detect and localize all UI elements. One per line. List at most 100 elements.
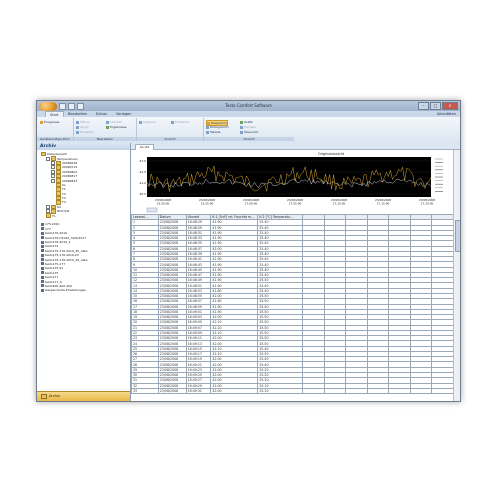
tree-item-label: testo175-176-2010-22	[45, 253, 79, 258]
table-cell[interactable]: 23/08/2008	[157, 387, 187, 395]
tree-item-label: testo175-176-2010_30_data	[45, 257, 88, 262]
device-icon	[41, 236, 44, 240]
tree-item-label: Ks	[62, 182, 66, 187]
main-area: Ks.xt2 Originalansicht 47.0 41.5 41.0 40.5 …	[131, 143, 460, 401]
device-icon	[41, 271, 44, 275]
kopieren-button[interactable]: Kopieren	[139, 120, 156, 124]
empty-cell[interactable]	[323, 387, 347, 395]
device-icon	[41, 249, 44, 253]
chart-scrollbar[interactable]	[146, 207, 158, 213]
erweitern-button[interactable]: Erweitern	[76, 130, 94, 134]
tree-item-label: 175-2010	[45, 222, 60, 227]
expand-toggle-icon[interactable]	[51, 165, 55, 170]
empty-cell[interactable]	[345, 387, 368, 395]
histogramm-button[interactable]: Histogramm	[206, 125, 229, 129]
tree-item-label: testo176-2010_2	[45, 240, 71, 244]
column-header[interactable]: K:1 [%rF] rel. Feuchte m...	[210, 214, 259, 221]
table-cell[interactable]: 42.00	[210, 387, 259, 395]
archive-folder-icon	[41, 393, 47, 399]
x-tick-label: 17:20:00	[421, 202, 434, 206]
tree-item-label: testo175-S1	[45, 266, 64, 271]
stopp-button[interactable]: Stopp	[76, 125, 89, 129]
ereignisse-button[interactable]: Ereignisse	[40, 120, 59, 124]
tree-item-label: testo175-177	[45, 261, 66, 266]
y-tick-label: 47.0	[139, 159, 146, 163]
expand-toggle-icon[interactable]	[51, 174, 55, 179]
einstellen-button[interactable]: Einstellen	[171, 120, 190, 124]
device-icon	[41, 258, 44, 262]
data-table: Lesezei... Datum Uhrzeit K:1 [%rF] rel. Feu…	[131, 214, 454, 401]
group-geraetekonfiguration: Ereignisse Gerätekonfiguration	[37, 118, 74, 141]
expand-toggle-icon[interactable]	[51, 178, 55, 183]
tabelle-button[interactable]: Tabelle	[206, 130, 220, 134]
empty-cell[interactable]	[409, 387, 433, 395]
chart-title: Originalansicht	[318, 152, 345, 156]
x-tick-label: 15:55:00	[201, 202, 214, 206]
y-tick-label: 41.5	[139, 170, 146, 174]
tree-item-label: 20080817	[62, 174, 78, 179]
file-icon	[46, 213, 51, 218]
table-icon	[206, 130, 209, 134]
device-icon	[41, 227, 44, 231]
x-tick-label: 17:05:00	[289, 202, 302, 206]
histogram-icon	[206, 125, 209, 129]
archive-sidebar: Archiv Datenbereich Temperaturen 20080618 2…	[37, 143, 131, 401]
device-icon	[41, 288, 44, 292]
copy-icon	[139, 120, 142, 124]
device-icon	[41, 275, 44, 279]
tree-item-label: T1	[62, 187, 66, 192]
tree-item-label: tst	[57, 204, 61, 209]
tree-item-label: Gespeicherte Einstellungen	[45, 288, 87, 293]
table-cell[interactable]: 33	[131, 387, 159, 395]
oeffnen-button[interactable]: Öffnen	[76, 120, 90, 124]
close-icon[interactable]: ×	[442, 102, 458, 110]
formeln-button[interactable]: Formeln	[240, 125, 256, 129]
empty-cell[interactable]	[302, 387, 325, 395]
data-grid: Lesezei... Datum Uhrzeit K:1 [%rF] rel. Feu…	[131, 214, 454, 395]
expand-toggle-icon[interactable]	[46, 204, 50, 209]
formula-icon	[240, 125, 243, 129]
tree-item-label: 20080618	[62, 160, 78, 165]
empty-cell[interactable]	[431, 387, 454, 395]
uebersicht-button[interactable]: Übersicht	[240, 130, 258, 134]
device-icon	[41, 222, 44, 226]
table-row[interactable]: 33 23/08/2008 16:49:31 42.00 25.10	[131, 387, 454, 395]
tree-item-label: T2	[62, 191, 66, 196]
tree-item[interactable]: Gespeicherte Einstellungen	[41, 288, 87, 292]
tree-item-label: T1	[52, 213, 56, 218]
ergebnisse-button[interactable]: Ergebnisse	[106, 125, 126, 129]
vertical-scrollbar[interactable]	[453, 150, 460, 401]
tree-item-label: 20080823	[62, 178, 78, 183]
table-cell[interactable]: 25.10	[257, 387, 304, 395]
archive-nav-button[interactable]: Archiv	[37, 391, 130, 401]
device-icon	[41, 244, 44, 248]
tree-item-label: T3	[62, 196, 66, 201]
results-icon	[106, 125, 109, 129]
tree-item-label: NiOrdnR	[57, 209, 70, 214]
tree-item-label: testo175	[45, 270, 59, 275]
empty-cell[interactable]	[388, 387, 411, 395]
tree-item-label: testo176-2010	[45, 231, 68, 236]
loeschen-button[interactable]: Löschen	[106, 120, 122, 124]
y-tick-label: 41.0	[139, 181, 146, 185]
device-icon	[41, 253, 44, 257]
tree-item-label: testo177	[45, 275, 59, 280]
ribbon: Ereignisse Gerätekonfiguration Öffnen Lö…	[37, 117, 460, 144]
grafik-button[interactable]: Grafik	[240, 120, 253, 124]
empty-cell[interactable]	[366, 387, 390, 395]
document-tabs: Ks.xt2	[131, 143, 460, 150]
line-chart[interactable]: Originalansicht 47.041.541.040.5 23/08/2…	[131, 150, 454, 213]
maximize-icon[interactable]: □	[430, 102, 441, 110]
x-tick-label: 17:15:00	[377, 202, 390, 206]
table-cell[interactable]: 16:49:31	[185, 387, 212, 395]
expand-toggle-icon[interactable]	[51, 160, 55, 165]
scroll-thumb[interactable]	[455, 220, 460, 252]
application-window: Testo Comfort Software – □ × Start Bearb…	[36, 100, 461, 402]
tree-item-label: testo177_S	[45, 279, 62, 284]
expand-toggle-icon[interactable]	[46, 156, 50, 161]
window-controls: – □ ×	[418, 102, 458, 110]
device-icon	[41, 280, 44, 284]
sidebar-title: Archiv	[37, 143, 130, 150]
minimize-icon[interactable]: –	[418, 102, 429, 110]
expand-toggle-icon[interactable]	[51, 169, 55, 174]
